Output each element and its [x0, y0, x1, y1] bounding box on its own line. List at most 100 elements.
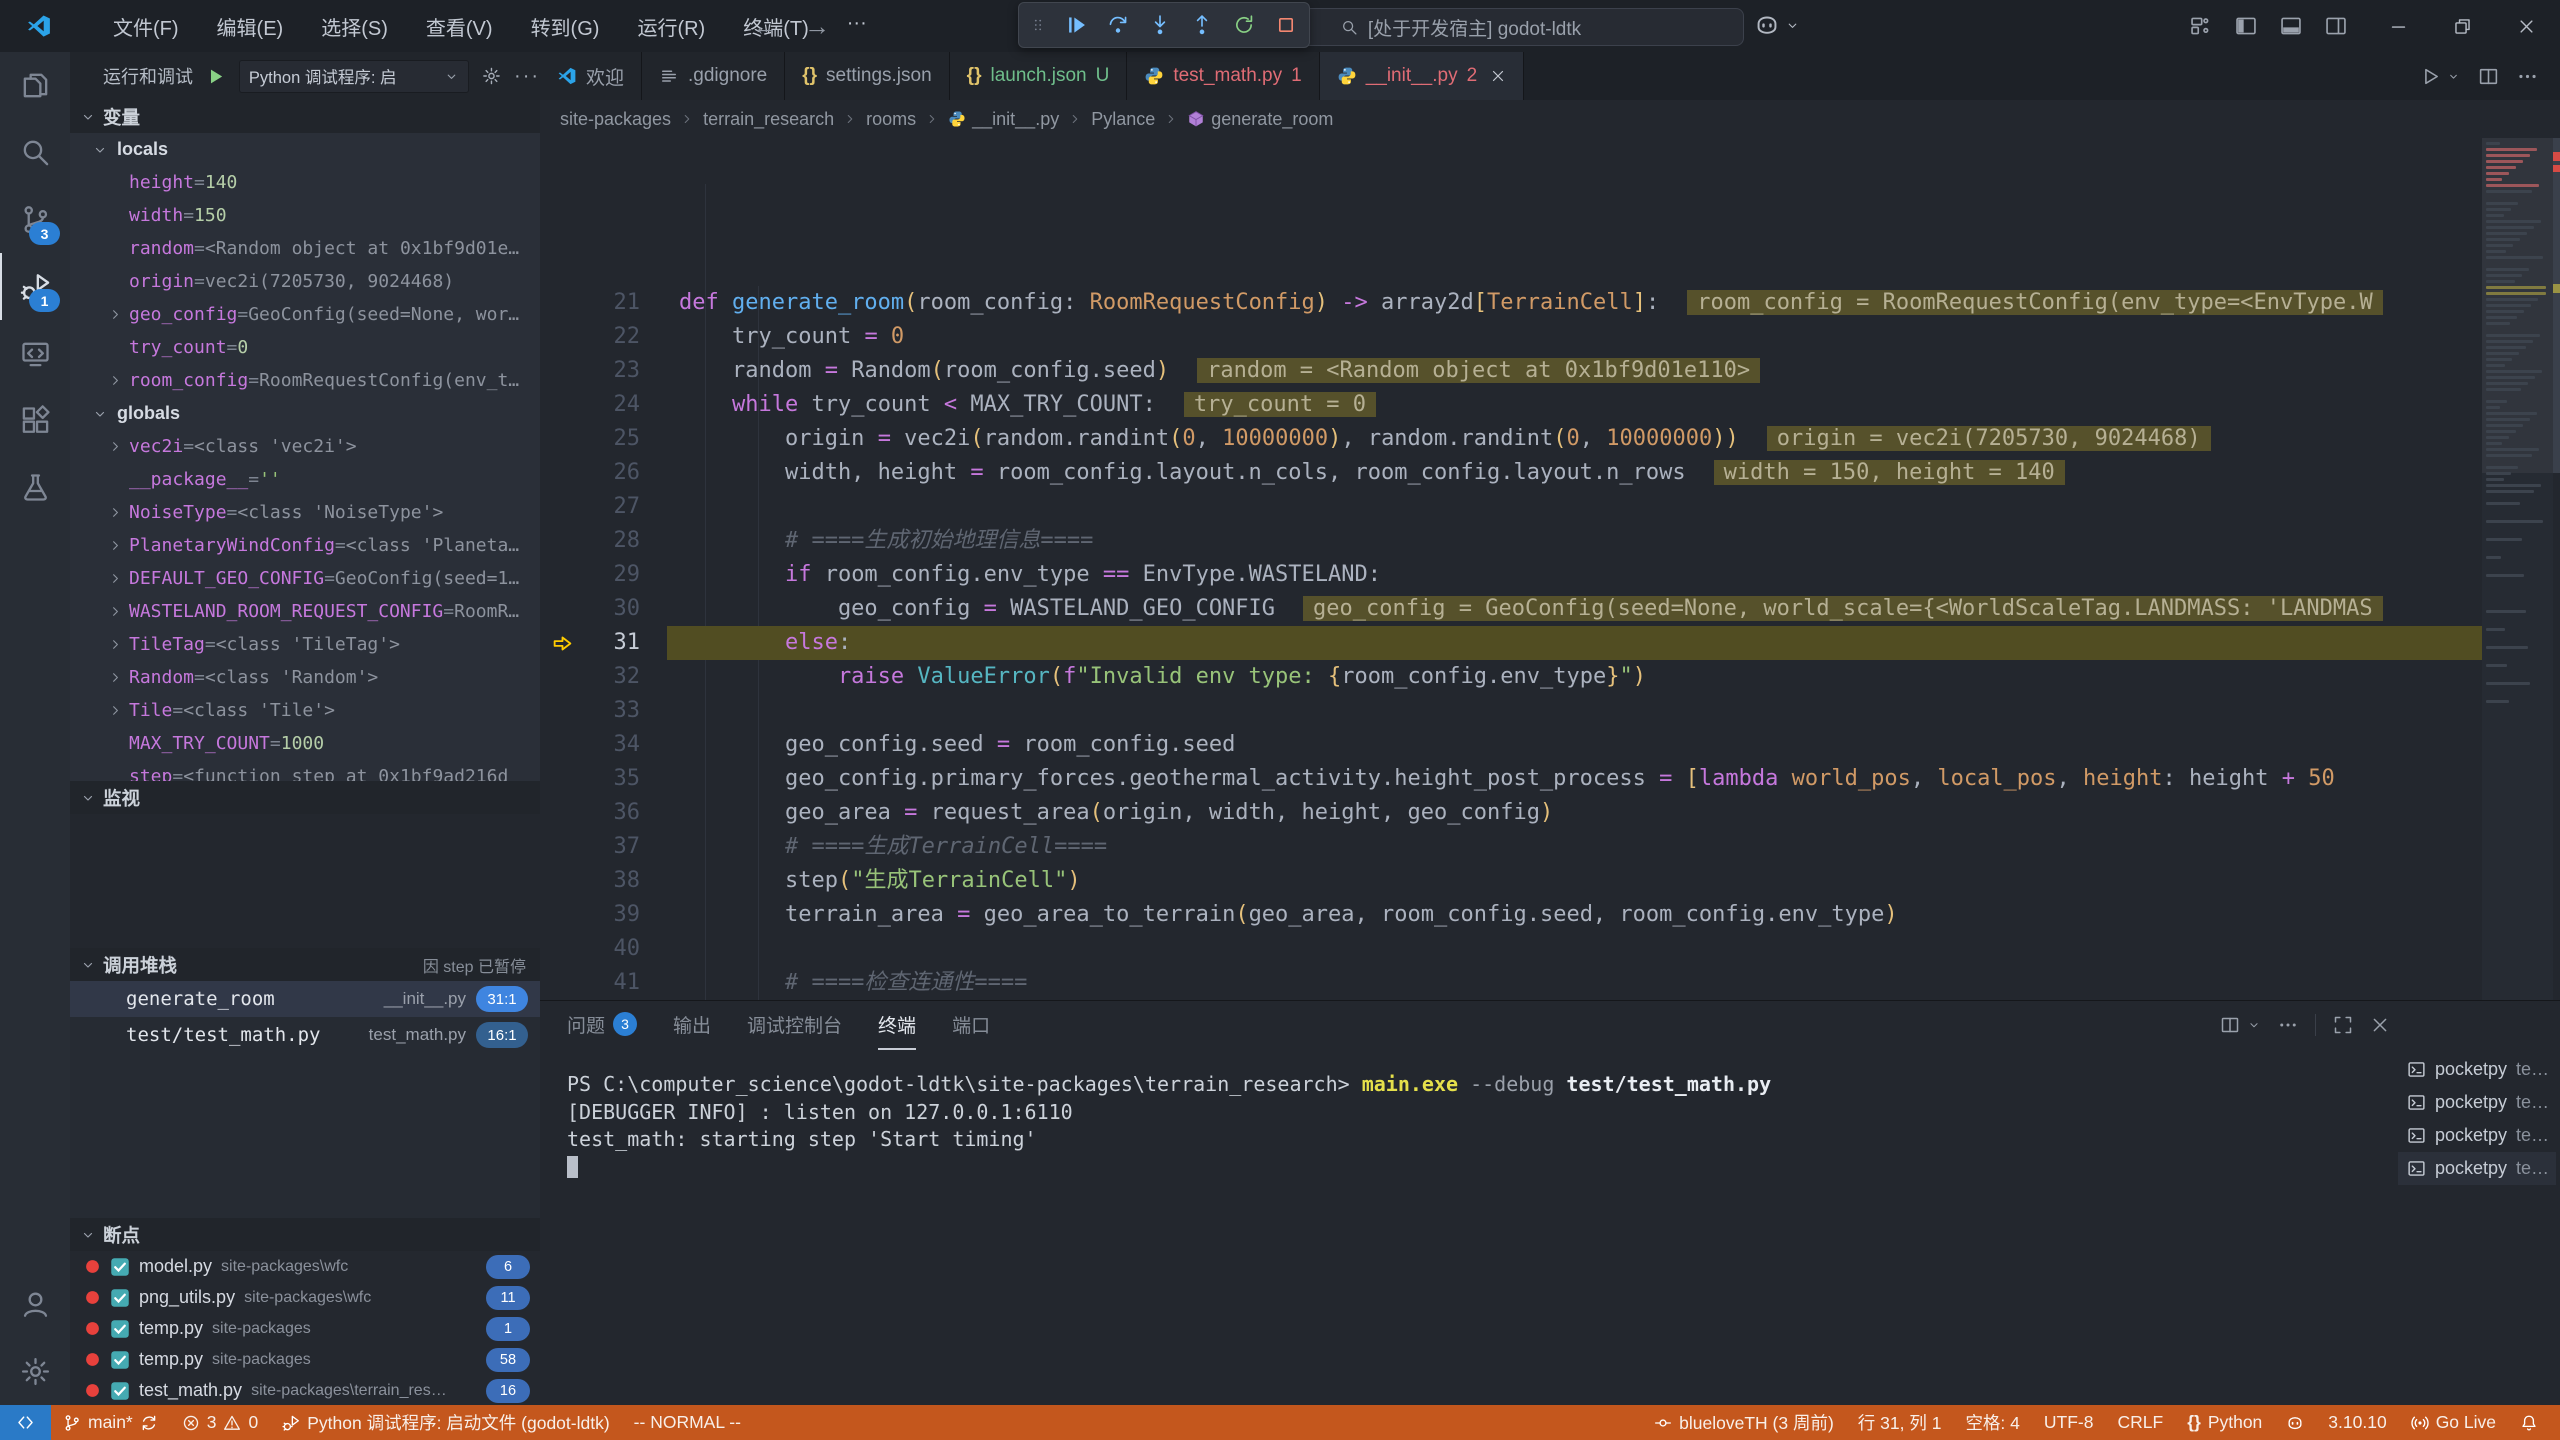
menu-item-g[interactable]: 转到(G)	[512, 12, 619, 41]
tab-launch.json[interactable]: {}launch.jsonU	[950, 52, 1128, 100]
variable-row[interactable]: NoiseType = <class 'NoiseType'>	[70, 496, 540, 529]
statusbar-go-live[interactable]: Go Live	[2399, 1405, 2508, 1440]
close-panel-button[interactable]	[2370, 1015, 2390, 1035]
statusbar-vim-mode[interactable]: -- NORMAL --	[622, 1405, 753, 1440]
more-actions-icon[interactable]: ···	[514, 65, 540, 88]
menu-item-v[interactable]: 查看(V)	[407, 12, 512, 41]
step-over-button[interactable]	[1107, 14, 1129, 36]
breakpoint-row[interactable]: test_math.pysite-packages\terrain_res…16	[70, 1375, 540, 1405]
tab-__init__.py[interactable]: __init__.py2	[1320, 52, 1524, 100]
code-line[interactable]: 32 raise ValueError(f"Invalid env type: …	[540, 660, 2482, 694]
terminal-instance[interactable]: pocketpyte…	[2398, 1086, 2556, 1119]
breakpoint-row[interactable]: png_utils.pysite-packages\wfc11	[70, 1282, 540, 1313]
panel-tab-问题[interactable]: 问题3	[567, 1000, 637, 1050]
activity-run-and-debug[interactable]: 1	[0, 253, 70, 320]
variable-row[interactable]: geo_config = GeoConfig(seed=None, wor…	[70, 298, 540, 331]
callstack-frame[interactable]: generate_room__init__.py31:1	[70, 981, 540, 1017]
callstack-frame[interactable]: test/test_math.pytest_math.py16:1	[70, 1017, 540, 1053]
variable-row[interactable]: Random = <class 'Random'>	[70, 661, 540, 694]
tab-.gdignore[interactable]: .gdignore	[642, 52, 785, 100]
breakpoint-row[interactable]: temp.pysite-packages58	[70, 1344, 540, 1375]
maximize-panel-button[interactable]	[2333, 1015, 2353, 1035]
statusbar-git-commit[interactable]: blueloveTH (3 周前)	[1642, 1405, 1846, 1440]
code-line[interactable]: 27	[540, 490, 2482, 524]
panel-tab-终端[interactable]: 终端	[878, 1000, 916, 1050]
variable-row[interactable]: width = 150	[70, 199, 540, 232]
watch-section-header[interactable]: 监视	[70, 781, 540, 814]
terminal-instance[interactable]: pocketpyte…	[2398, 1053, 2556, 1086]
code-line[interactable]: 35 geo_config.primary_forces.geothermal_…	[540, 762, 2482, 796]
copilot-menu[interactable]	[1754, 12, 1800, 38]
menu-item-e[interactable]: 编辑(E)	[198, 12, 303, 41]
close-window-button[interactable]	[2494, 0, 2558, 52]
panel-tab-调试控制台[interactable]: 调试控制台	[747, 1000, 842, 1050]
terminal-instance[interactable]: pocketpyte…	[2398, 1152, 2556, 1185]
variable-row[interactable]: room_config = RoomRequestConfig(env_t…	[70, 364, 540, 397]
code-line[interactable]: 33	[540, 694, 2482, 728]
panel-tab-端口[interactable]: 端口	[952, 1000, 990, 1050]
toggle-panel-icon[interactable]	[2280, 15, 2302, 37]
debug-config-select[interactable]: Python 调试程序: 启	[239, 60, 469, 93]
code-line[interactable]: 36 geo_area = request_area(origin, width…	[540, 796, 2482, 830]
breadcrumb-item[interactable]: site-packages	[560, 109, 671, 130]
statusbar-indentation[interactable]: 空格: 4	[1953, 1405, 2031, 1440]
statusbar-git-branch[interactable]: main*	[51, 1405, 170, 1440]
toggle-secondary-sidebar-icon[interactable]	[2325, 15, 2347, 37]
tab-settings.json[interactable]: {}settings.json	[785, 52, 949, 100]
callstack-section-header[interactable]: 调用堆栈 因 step 已暂停	[70, 948, 540, 981]
variable-row[interactable]: vec2i = <class 'vec2i'>	[70, 430, 540, 463]
debug-toolbar-drag-handle[interactable]	[1031, 14, 1045, 36]
breadcrumb-item[interactable]: Pylance	[1091, 109, 1155, 130]
code-line[interactable]: 30 geo_config = WASTELAND_GEO_CONFIGgeo_…	[540, 592, 2482, 626]
chevron-down-icon[interactable]	[2247, 1018, 2261, 1032]
code-line[interactable]: 22 try_count = 0	[540, 320, 2482, 354]
terminal-instance[interactable]: pocketpyte…	[2398, 1119, 2556, 1152]
variable-row[interactable]: DEFAULT_GEO_CONFIG = GeoConfig(seed=1…	[70, 562, 540, 595]
activity-settings[interactable]	[0, 1338, 70, 1405]
chevron-down-icon[interactable]	[2447, 70, 2460, 83]
breadcrumb-item[interactable]: terrain_research	[703, 109, 834, 130]
breakpoint-row[interactable]: temp.pysite-packages1	[70, 1313, 540, 1344]
minimize-button[interactable]	[2366, 0, 2430, 52]
variable-row[interactable]: PlanetaryWindConfig = <class 'Planeta…	[70, 529, 540, 562]
menu-item-f[interactable]: 文件(F)	[94, 12, 198, 41]
code-line[interactable]: 29 if room_config.env_type == EnvType.WA…	[540, 558, 2482, 592]
split-editor-button[interactable]	[2478, 66, 2499, 87]
start-debugging-button[interactable]	[206, 66, 226, 87]
scrollbar-slider[interactable]	[2553, 138, 2560, 473]
customize-layout-icon[interactable]	[2190, 15, 2212, 37]
step-into-button[interactable]	[1149, 14, 1171, 36]
step-out-button[interactable]	[1191, 14, 1213, 36]
code-line[interactable]: 39 terrain_area = geo_area_to_terrain(ge…	[540, 898, 2482, 932]
code-editor[interactable]: 21def generate_room(room_config: RoomReq…	[540, 138, 2482, 1000]
variable-row[interactable]: origin = vec2i(7205730, 9024468)	[70, 265, 540, 298]
code-line[interactable]: 21def generate_room(room_config: RoomReq…	[540, 286, 2482, 320]
breadcrumb-item[interactable]: generate_room	[1187, 109, 1333, 130]
variable-scope-globals[interactable]: globals	[70, 397, 540, 430]
panel-tab-输出[interactable]: 输出	[673, 1000, 711, 1050]
activity-testing[interactable]	[0, 454, 70, 521]
breakpoint-checkbox[interactable]	[110, 1288, 130, 1308]
breadcrumb-item[interactable]: rooms	[866, 109, 916, 130]
tab-test_math.py[interactable]: test_math.py1	[1127, 52, 1319, 100]
continue-button[interactable]	[1065, 14, 1087, 36]
variable-row[interactable]: Tile = <class 'Tile'>	[70, 694, 540, 727]
code-line[interactable]: 34 geo_config.seed = room_config.seed	[540, 728, 2482, 762]
activity-extensions[interactable]	[0, 387, 70, 454]
close-tab-icon[interactable]	[1490, 68, 1506, 84]
menu-item-[interactable]: ···	[828, 12, 886, 41]
activity-explorer[interactable]	[0, 52, 70, 119]
breakpoint-checkbox[interactable]	[110, 1319, 130, 1339]
code-line[interactable]: 28 # ====生成初始地理信息====	[540, 524, 2482, 558]
statusbar-encoding[interactable]: UTF-8	[2032, 1405, 2106, 1440]
configure-gear-icon[interactable]	[482, 66, 501, 86]
code-line[interactable]: 40	[540, 932, 2482, 966]
code-line[interactable]: 24 while try_count < MAX_TRY_COUNT:try_c…	[540, 388, 2482, 422]
minimap[interactable]	[2482, 138, 2553, 1000]
variable-row[interactable]: MAX_TRY_COUNT = 1000	[70, 727, 540, 760]
restore-button[interactable]	[2430, 0, 2494, 52]
variable-row[interactable]: WASTELAND_ROOM_REQUEST_CONFIG = RoomR…	[70, 595, 540, 628]
variable-row[interactable]: try_count = 0	[70, 331, 540, 364]
code-line[interactable]: 31 else:	[540, 626, 2482, 660]
code-line[interactable]: 25 origin = vec2i(random.randint(0, 1000…	[540, 422, 2482, 456]
